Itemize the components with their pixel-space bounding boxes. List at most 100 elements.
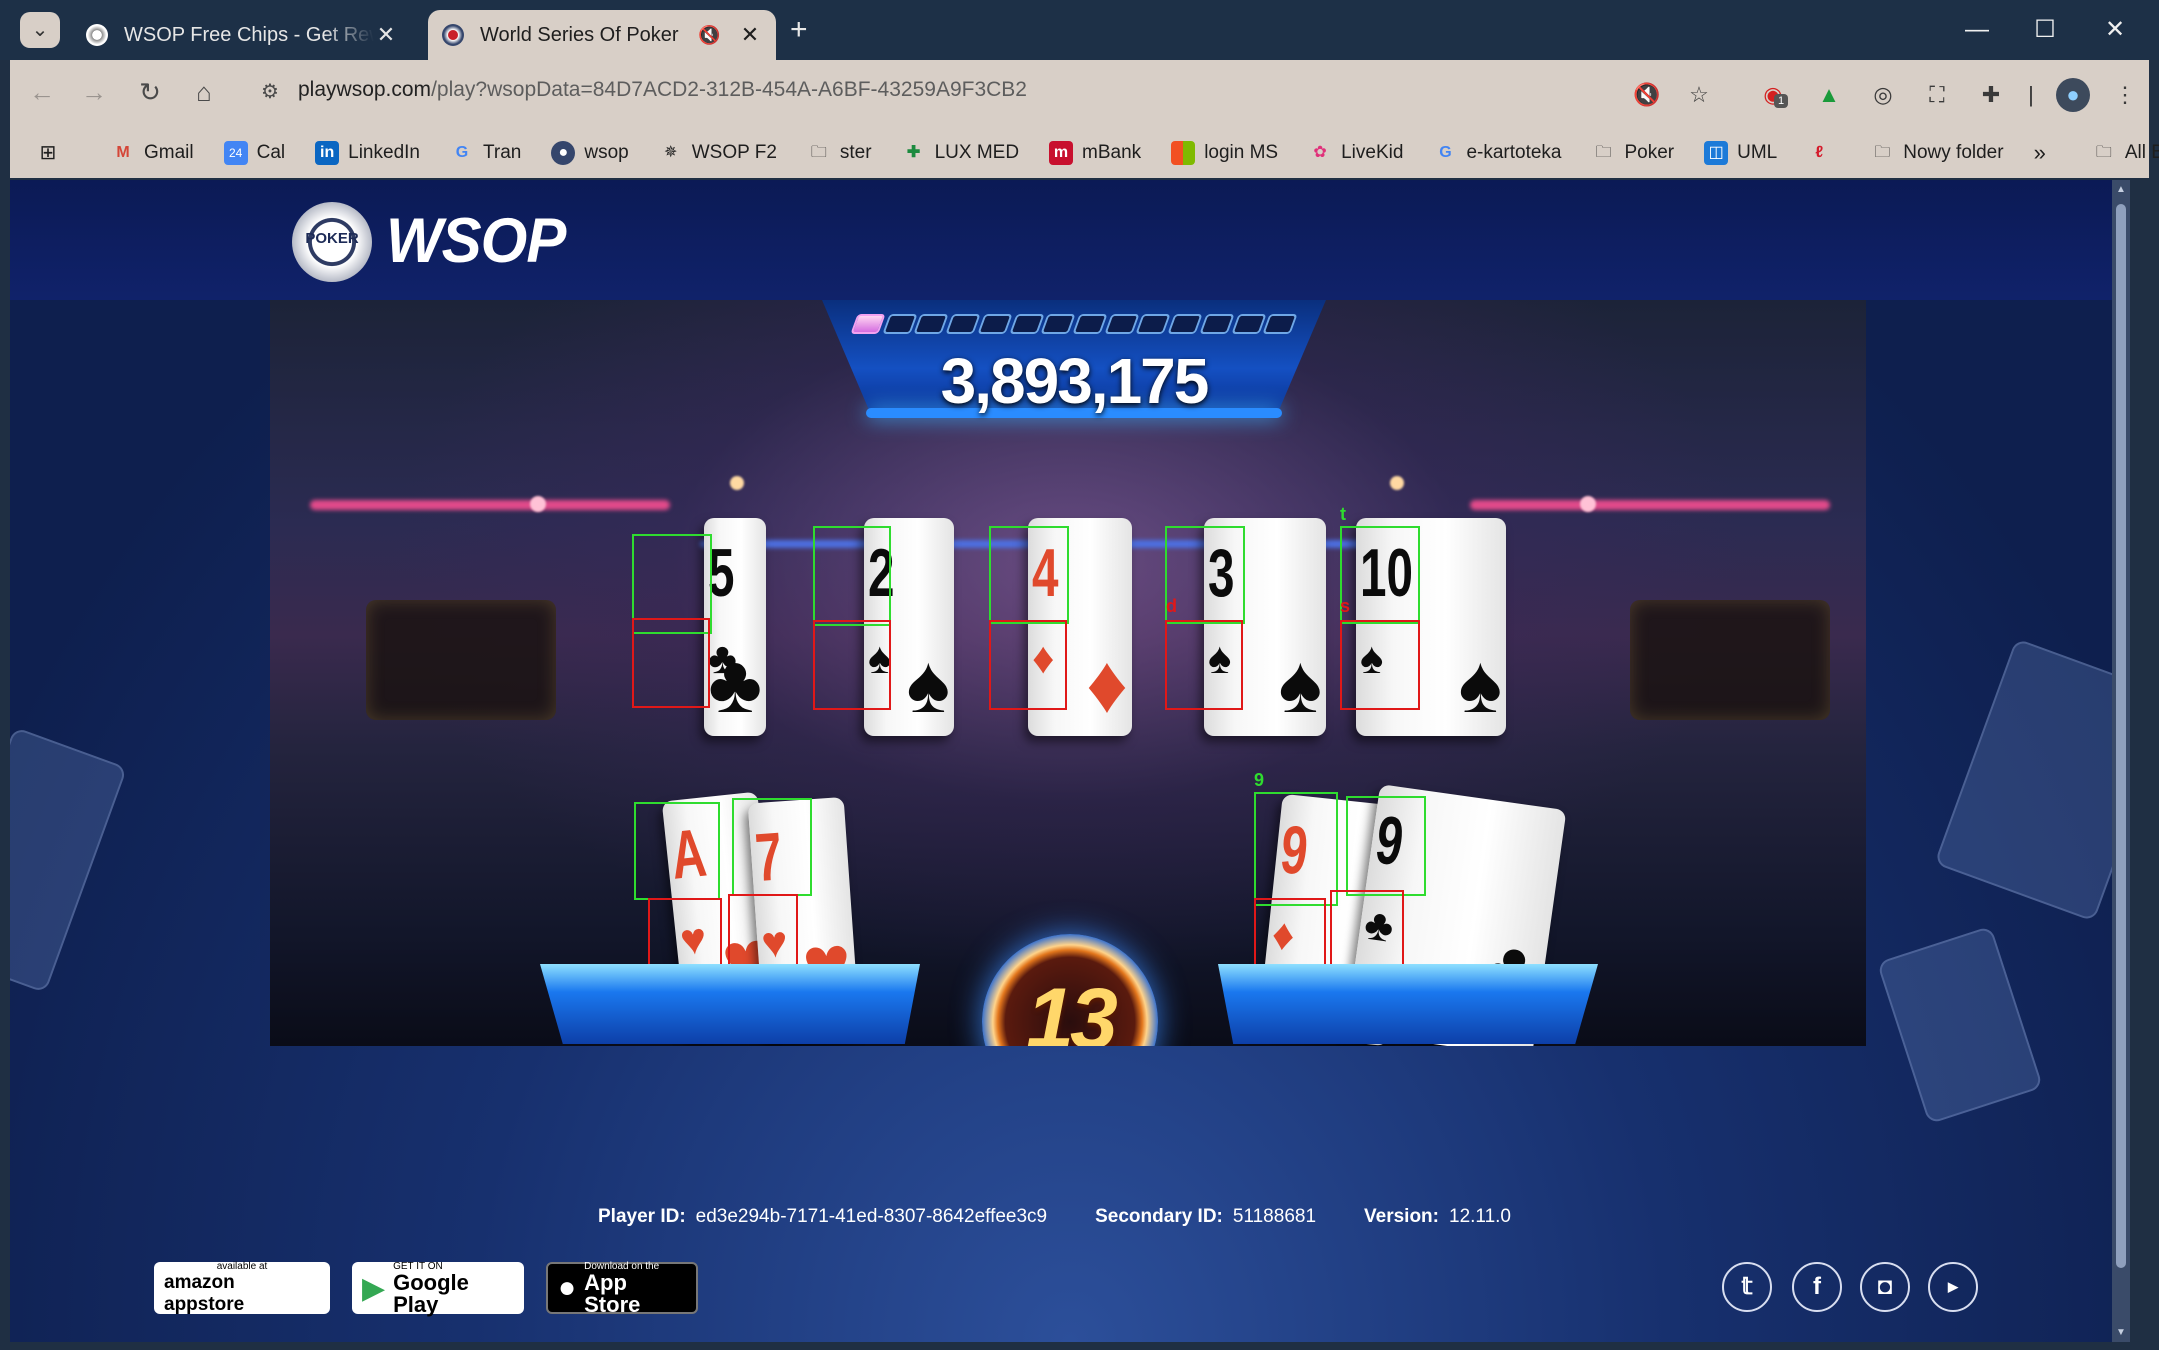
progress-segment: [1262, 314, 1298, 334]
forward-button[interactable]: →: [76, 74, 112, 110]
google-icon: G: [1439, 144, 1452, 161]
progress-segment: [1008, 314, 1044, 334]
page-content: POKER WSOP 3,893,175 5 ♣ ♣ 2 ♠ ♠ 4 ♦ ♦ 3 ♠ ♠: [10, 180, 2130, 1342]
address-bar[interactable]: playwsop.com/play?wsopData=84D7ACD2-312B…: [298, 78, 1027, 102]
bookmark-uml[interactable]: ◫ UML: [1704, 141, 1777, 165]
bookmark-tran[interactable]: G Tran: [450, 141, 522, 165]
neon-light: [1470, 500, 1830, 510]
amazon-appstore-badge[interactable]: available at amazon appstore: [154, 1261, 330, 1315]
bookmark-login-ms[interactable]: login MS: [1171, 141, 1278, 165]
secondary-id: Secondary ID: 51188681: [1095, 1206, 1317, 1227]
bookmark-linkedin[interactable]: in LinkedIn: [315, 141, 420, 165]
progress-segment: [1072, 314, 1108, 334]
scroll-up-icon[interactable]: ▲: [2113, 184, 2129, 195]
new-tab-button[interactable]: +: [790, 14, 808, 46]
background-screen: [1630, 600, 1830, 720]
bokeh-light: [1390, 476, 1404, 490]
site-info-icon[interactable]: ⚙: [252, 74, 288, 110]
version: Version: 12.11.0: [1364, 1206, 1511, 1227]
folder-icon: 🗀: [2095, 144, 2112, 161]
extensions-puzzle-icon[interactable]: ✚: [1974, 78, 2008, 112]
more-bookmarks-icon[interactable]: »: [2034, 140, 2046, 166]
community-card-3[interactable]: 4 ♦ ♦: [1028, 518, 1132, 736]
game-canvas[interactable]: 3,893,175 5♣♣ 2♠♠ 4♦♦ 3♠♠ 10♠♠ A♥♥ 7♥♥ 9…: [270, 300, 1866, 1046]
muted-audio-icon[interactable]: 🔇: [698, 25, 724, 46]
uml-icon: ◫: [1704, 141, 1729, 165]
facebook-icon[interactable]: f: [1792, 1262, 1842, 1312]
youtube-icon[interactable]: ▶: [1928, 1262, 1978, 1312]
background-screen: [366, 600, 556, 720]
scroll-down-icon[interactable]: ▼: [2113, 1327, 2129, 1338]
extension-red-icon[interactable]: ◉ 1: [1756, 78, 1790, 112]
instagram-icon[interactable]: ◘: [1860, 1262, 1910, 1312]
progress-segment: [1040, 314, 1076, 334]
site-muted-icon[interactable]: 🔇: [1630, 78, 1664, 112]
bookmark-wsop[interactable]: ● wsop: [551, 141, 629, 165]
bookmark-folder-poker[interactable]: 🗀 Poker: [1591, 141, 1674, 165]
google-drive-icon[interactable]: ▲: [1812, 78, 1846, 112]
bookmark-folder-ster[interactable]: 🗀 ster: [807, 141, 872, 165]
wsop-logo-text[interactable]: WSOP: [386, 204, 566, 276]
google-play-badge[interactable]: ▶ GET IT ON Google Play: [352, 1261, 524, 1315]
card-rank: 10: [1360, 535, 1413, 611]
bookmark-mbank[interactable]: m mBank: [1049, 141, 1141, 165]
chip-icon: ✵: [664, 144, 678, 161]
back-button[interactable]: ←: [24, 74, 60, 110]
tab-search-button[interactable]: ⌄: [20, 12, 60, 48]
card-rank: 9: [1371, 801, 1409, 881]
url-path: /play?wsopData=84D7ACD2-312B-454A-A6BF-4…: [431, 78, 1027, 101]
tab-strip: ⌄ WSOP Free Chips - Get Rewards ✕ World …: [0, 0, 2159, 60]
all-bookmarks[interactable]: 🗀All Bookmarks: [2092, 141, 2159, 165]
progress-segment: [1199, 314, 1235, 334]
wsop-logo-chip[interactable]: POKER: [292, 202, 372, 282]
player-id: Player ID: ed3e294b-7171-41ed-8307-8642ef…: [598, 1206, 1048, 1227]
site-header: POKER WSOP: [10, 180, 2130, 300]
reload-button[interactable]: ↻: [132, 74, 168, 110]
profile-avatar[interactable]: ●: [2056, 78, 2090, 112]
minimize-button[interactable]: —: [1942, 10, 2012, 50]
bokeh-light: [730, 476, 744, 490]
decorative-card: [1876, 925, 2044, 1125]
bookmark-cal[interactable]: 24 Cal: [223, 141, 285, 165]
scrollbar-thumb[interactable]: [2116, 204, 2126, 1268]
overlay-label-t: t: [1340, 504, 1346, 524]
bookmark-livekid[interactable]: ✿ LiveKid: [1308, 141, 1403, 165]
page-scrollbar[interactable]: ▲ ▼: [2112, 180, 2130, 1342]
browser-toolbar: ← → ↻ ⌂ ⚙ playwsop.com/play?wsopData=84D…: [10, 60, 2149, 130]
bookmark-lux-med[interactable]: ✚ LUX MED: [902, 141, 1019, 165]
browser-window: ⌄ WSOP Free Chips - Get Rewards ✕ World …: [0, 0, 2159, 1350]
card-rank: 3: [1208, 535, 1235, 611]
maximize-button[interactable]: ☐: [2010, 10, 2080, 50]
livekid-icon: ✿: [1313, 144, 1327, 161]
twitter-icon[interactable]: 𝕥: [1722, 1262, 1772, 1312]
close-tab-icon[interactable]: ✕: [738, 22, 762, 48]
tab-wsop-free-chips[interactable]: WSOP Free Chips - Get Rewards ✕: [72, 10, 412, 60]
community-card-2[interactable]: 2 ♠ ♠: [864, 518, 954, 736]
community-card-1[interactable]: 5 ♣ ♣: [704, 518, 766, 736]
score-value: 3,893,175: [940, 345, 1210, 417]
home-button[interactable]: ⌂: [186, 74, 222, 110]
screenshot-extension-icon[interactable]: ⛶: [1920, 78, 1954, 112]
app-store-badge[interactable]: ● Download on the App Store: [546, 1261, 698, 1315]
close-tab-icon[interactable]: ✕: [374, 22, 398, 48]
tab-favicon-icon: [442, 24, 464, 46]
bookmark-e-kartoteka[interactable]: Ge-kartoteka: [1433, 141, 1561, 165]
extension-circle-icon[interactable]: ◎: [1866, 78, 1900, 112]
apps-grid-icon[interactable]: ⊞: [36, 141, 69, 165]
bookmark-star-icon[interactable]: ☆: [1682, 78, 1716, 112]
calendar-icon: 24: [223, 141, 248, 165]
bookmark-wsop-f2[interactable]: ✵ WSOP F2: [659, 141, 777, 165]
bookmark-folder-nowy[interactable]: 🗀 Nowy folder: [1870, 141, 2003, 165]
community-card-4[interactable]: 3 ♠ ♠: [1204, 518, 1326, 736]
community-card-5[interactable]: 10 ♠ ♠: [1356, 518, 1506, 736]
card-suit-small: ♣: [1361, 899, 1397, 953]
bookmark-red-logo[interactable]: ℓ: [1807, 141, 1840, 165]
extension-badge: 1: [1774, 94, 1788, 108]
card-suit-large: ♦: [1086, 639, 1128, 730]
bookmark-gmail[interactable]: M Gmail: [111, 141, 193, 165]
browser-menu-icon[interactable]: ⋮: [2108, 78, 2142, 112]
wsop-chip-icon: ●: [551, 141, 576, 165]
tab-world-series-of-poker[interactable]: World Series Of Poker 🔇 ✕: [428, 10, 776, 60]
gmail-icon: M: [116, 144, 130, 161]
close-window-button[interactable]: ✕: [2080, 10, 2150, 50]
